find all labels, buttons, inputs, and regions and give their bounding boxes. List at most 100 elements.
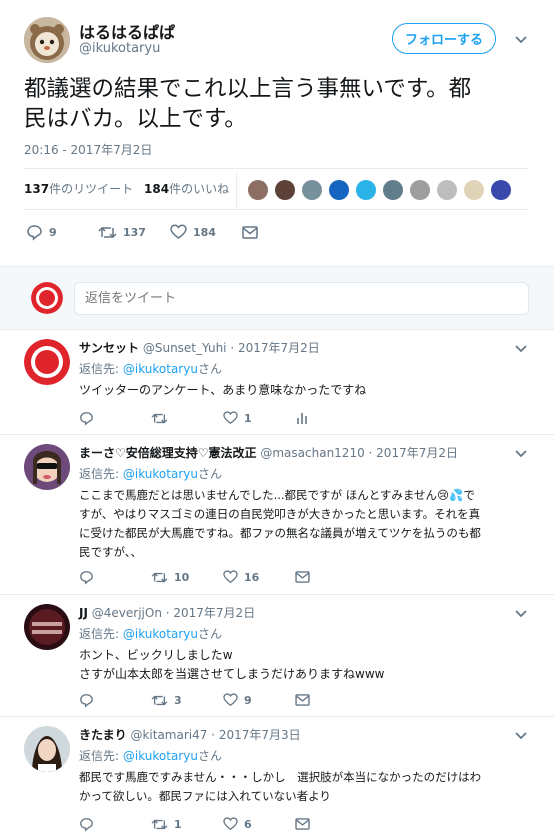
liker-avatar[interactable] [302, 180, 322, 200]
reply-actions: 1 6 [79, 814, 325, 834]
follow-button[interactable]: フォローする [392, 23, 496, 54]
reply-author-name[interactable]: サンセット [79, 341, 139, 355]
dm-button[interactable] [242, 225, 272, 239]
replying-to-handle[interactable]: @ikukotaryu [123, 362, 198, 376]
replying-to-handle[interactable]: @ikukotaryu [123, 467, 198, 481]
reply-input[interactable] [74, 282, 529, 315]
reply-author-handle[interactable]: @Sunset_Yuhi [143, 341, 227, 355]
liker-avatar[interactable] [356, 180, 376, 200]
main-tweet-menu-chevron-icon[interactable] [514, 35, 528, 45]
current-user-avatar[interactable] [31, 282, 63, 314]
bar-chart-icon [297, 413, 307, 424]
analytics-button[interactable] [295, 411, 325, 425]
liker-avatar[interactable] [275, 180, 295, 200]
retweet-stats[interactable]: 137件のリツイート [24, 180, 133, 197]
retweet-icon [151, 695, 168, 705]
like-button[interactable]: 1 [223, 411, 295, 425]
dm-button[interactable] [295, 818, 325, 830]
main-author-avatar[interactable] [24, 17, 70, 63]
reply-menu-chevron-icon[interactable] [514, 609, 528, 619]
reply-icon [80, 570, 93, 585]
liker-avatar[interactable] [248, 180, 268, 200]
liker-avatar[interactable] [383, 180, 403, 200]
replying-to-suffix: さん [197, 362, 222, 376]
reply-actions: 1 [79, 408, 325, 428]
reply-author-handle[interactable]: @masachan1210 [260, 446, 364, 460]
heart-icon [223, 570, 238, 584]
reply-menu-chevron-icon[interactable] [514, 344, 528, 354]
liker-avatar[interactable] [410, 180, 430, 200]
heart-icon [223, 693, 238, 707]
reply-date[interactable]: · 2017年7月2日 [166, 606, 255, 620]
replying-to-handle[interactable]: @ikukotaryu [123, 627, 198, 641]
main-author-handle[interactable]: @ikukotaryu [79, 41, 160, 56]
main-author-name[interactable]: はるはるぱぱ [79, 19, 175, 43]
replying-to-handle[interactable]: @ikukotaryu [123, 749, 198, 763]
replying-to-prefix: 返信先: [79, 467, 123, 481]
liker-avatar[interactable] [329, 180, 349, 200]
reply-date[interactable]: · 2017年7月2日 [230, 341, 319, 355]
reply-button[interactable] [79, 411, 151, 426]
heart-icon [170, 224, 187, 239]
reply-author-handle[interactable]: @kitamari47 [130, 728, 207, 742]
retweet-button[interactable]: 3 [151, 693, 223, 708]
dm-button[interactable] [295, 571, 325, 583]
reply-button[interactable] [79, 570, 151, 585]
like-stat-label: 件のいいね [169, 182, 230, 196]
reply-button[interactable]: 9 [26, 224, 98, 241]
reply-date[interactable]: · 2017年7月2日 [369, 446, 458, 460]
reply-author-name[interactable]: JJ [79, 606, 88, 620]
reply-header: きたまり @kitamari47 · 2017年7月3日 [79, 726, 301, 743]
dm-button[interactable] [295, 694, 325, 706]
reply-button[interactable] [79, 817, 151, 832]
reply-button[interactable] [79, 693, 151, 708]
like-button[interactable]: 184 [170, 224, 242, 240]
like-button[interactable]: 6 [223, 817, 295, 831]
retweet-count: 10 [174, 570, 190, 584]
retweet-button[interactable]: 1 [151, 817, 223, 832]
replying-to-prefix: 返信先: [79, 627, 123, 641]
reply-icon [80, 693, 93, 708]
retweet-icon [98, 226, 117, 238]
reply-menu-chevron-icon[interactable] [514, 731, 528, 741]
retweet-button[interactable]: 10 [151, 570, 223, 585]
divider [0, 594, 554, 595]
divider [24, 209, 529, 210]
retweet-button[interactable] [151, 411, 223, 426]
main-tweet-timestamp[interactable]: 20:16 - 2017年7月2日 [24, 141, 152, 158]
replying-to: 返信先: @ikukotaryuさん [79, 625, 222, 642]
like-stat-count: 184 [144, 182, 170, 196]
liker-avatar[interactable] [491, 180, 511, 200]
like-stats[interactable]: 184件のいいね [144, 180, 229, 197]
reply-author-avatar[interactable] [24, 444, 70, 490]
reply-menu-chevron-icon[interactable] [514, 449, 528, 459]
replying-to: 返信先: @ikukotaryuさん [79, 465, 222, 482]
reply-text-line: ツイッターのアンケート、あまり意味なかったですね [79, 383, 367, 397]
reply-author-name[interactable]: まーさ♡安倍総理支持♡憲法改正 [79, 446, 257, 460]
liker-avatar[interactable] [437, 180, 457, 200]
retweet-count: 137 [123, 225, 146, 239]
reply-author-avatar[interactable] [24, 726, 70, 772]
retweet-button[interactable]: 137 [98, 224, 170, 241]
liker-avatar[interactable] [464, 180, 484, 200]
reply-author-avatar[interactable] [24, 604, 70, 650]
like-count: 184 [193, 225, 216, 239]
reply-author-avatar[interactable] [24, 339, 70, 385]
reply-author-handle[interactable]: @4everjjOn [92, 606, 162, 620]
retweet-count: 3 [174, 693, 182, 707]
envelope-icon [295, 694, 310, 706]
reply-author-name[interactable]: きたまり [79, 728, 127, 742]
like-button[interactable]: 16 [223, 570, 295, 584]
retweet-icon [151, 819, 168, 829]
like-button[interactable]: 9 [223, 693, 295, 707]
reply-icon [27, 224, 42, 241]
reply-text-line: さすが山本太郎を当選させてしまうだけありますねwww [79, 667, 385, 681]
replying-to-suffix: さん [197, 467, 222, 481]
reply-header: まーさ♡安倍総理支持♡憲法改正 @masachan1210 · 2017年7月2… [79, 444, 458, 461]
reply-date[interactable]: · 2017年7月3日 [211, 728, 300, 742]
main-tweet-actions: 9 137 184 [26, 222, 272, 242]
replying-to-prefix: 返信先: [79, 362, 123, 376]
divider [0, 716, 554, 717]
reply-composer [0, 266, 554, 330]
follow-button-label: フォローする [404, 33, 483, 48]
